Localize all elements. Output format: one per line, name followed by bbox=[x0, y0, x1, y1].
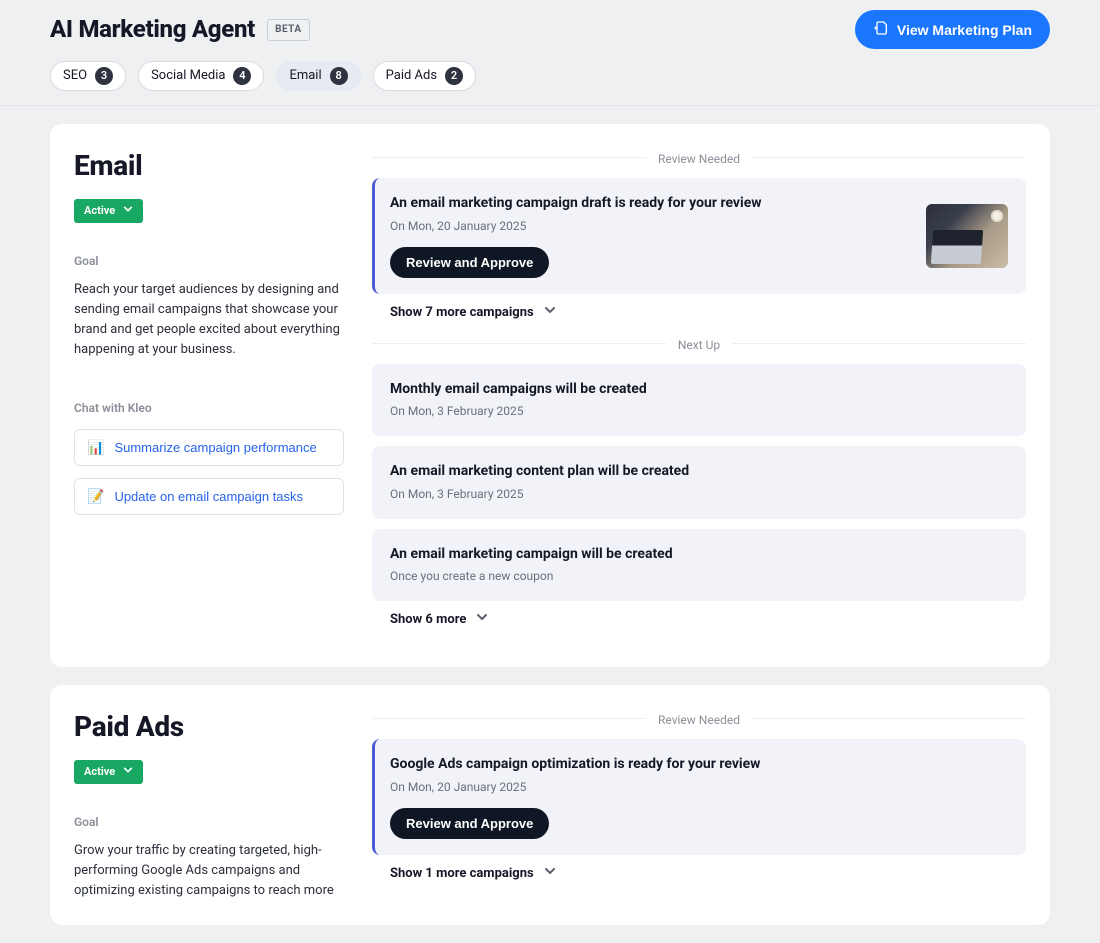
view-marketing-plan-button[interactable]: View Marketing Plan bbox=[855, 10, 1050, 49]
page-title: AI Marketing Agent bbox=[50, 13, 255, 47]
task-title: Monthly email campaigns will be created bbox=[390, 380, 1008, 400]
filter-pills: SEO 3 Social Media 4 Email 8 Paid Ads 2 bbox=[50, 61, 1050, 91]
review-task[interactable]: An email marketing campaign draft is rea… bbox=[372, 178, 1026, 293]
chevron-down-icon bbox=[544, 865, 556, 883]
task-subtitle: Once you create a new coupon bbox=[390, 568, 1008, 585]
show-more-campaigns[interactable]: Show 1 more campaigns bbox=[390, 865, 1026, 883]
show-more-label: Show 6 more bbox=[390, 611, 466, 629]
review-approve-button[interactable]: Review and Approve bbox=[390, 247, 549, 278]
filter-label: Email bbox=[289, 67, 321, 85]
prompt-label: Summarize campaign performance bbox=[114, 440, 316, 455]
filter-count: 2 bbox=[445, 67, 463, 85]
task-subtitle: On Mon, 20 January 2025 bbox=[390, 779, 1008, 796]
status-label: Active bbox=[84, 764, 115, 779]
status-dropdown[interactable]: Active bbox=[74, 199, 143, 222]
review-needed-divider: Review Needed bbox=[372, 150, 1026, 164]
beta-badge: BETA bbox=[267, 19, 310, 41]
chart-icon: 📊 bbox=[87, 439, 104, 456]
filter-paid-ads[interactable]: Paid Ads 2 bbox=[373, 61, 476, 91]
next-up-divider: Next Up bbox=[372, 336, 1026, 350]
chevron-down-icon bbox=[544, 304, 556, 322]
goal-text: Grow your traffic by creating targeted, … bbox=[74, 841, 344, 901]
filter-social-media[interactable]: Social Media 4 bbox=[138, 61, 264, 91]
filter-count: 3 bbox=[95, 67, 113, 85]
prompt-label: Update on email campaign tasks bbox=[114, 489, 303, 504]
task-title: An email marketing campaign draft is rea… bbox=[390, 194, 910, 214]
review-task[interactable]: Google Ads campaign optimization is read… bbox=[372, 739, 1026, 854]
review-needed-divider: Review Needed bbox=[372, 711, 1026, 725]
chevron-down-icon bbox=[476, 611, 488, 629]
filter-email[interactable]: Email 8 bbox=[276, 61, 360, 91]
goal-label: Goal bbox=[74, 814, 344, 831]
show-more-label: Show 1 more campaigns bbox=[390, 865, 534, 883]
divider-label: Review Needed bbox=[646, 152, 752, 166]
next-task[interactable]: An email marketing campaign will be crea… bbox=[372, 529, 1026, 601]
section-title-paid-ads: Paid Ads bbox=[74, 707, 344, 746]
goal-text: Reach your target audiences by designing… bbox=[74, 280, 344, 361]
chevron-down-icon bbox=[123, 764, 133, 779]
task-subtitle: On Mon, 3 February 2025 bbox=[390, 486, 1008, 503]
divider-label: Next Up bbox=[666, 338, 732, 352]
status-label: Active bbox=[84, 203, 115, 218]
page-header: AI Marketing Agent BETA View Marketing P… bbox=[0, 0, 1100, 106]
section-title-email: Email bbox=[74, 146, 344, 185]
document-sparkle-icon bbox=[873, 20, 889, 39]
filter-seo[interactable]: SEO 3 bbox=[50, 61, 126, 91]
task-subtitle: On Mon, 20 January 2025 bbox=[390, 218, 910, 235]
chat-label: Chat with Kleo bbox=[74, 400, 344, 417]
filter-label: SEO bbox=[63, 67, 87, 85]
email-section-card: Email Active Goal Reach your target audi… bbox=[50, 124, 1050, 667]
prompt-update-tasks[interactable]: 📝 Update on email campaign tasks bbox=[74, 478, 344, 515]
task-title: An email marketing campaign will be crea… bbox=[390, 545, 1008, 565]
filter-label: Social Media bbox=[151, 67, 225, 85]
task-thumbnail bbox=[926, 204, 1008, 268]
status-dropdown[interactable]: Active bbox=[74, 760, 143, 783]
task-subtitle: On Mon, 3 February 2025 bbox=[390, 403, 1008, 420]
goal-label: Goal bbox=[74, 253, 344, 270]
show-more-label: Show 7 more campaigns bbox=[390, 304, 534, 322]
show-more-campaigns[interactable]: Show 7 more campaigns bbox=[390, 304, 1026, 322]
paid-ads-section-card: Paid Ads Active Goal Grow your traffic b… bbox=[50, 685, 1050, 925]
view-marketing-plan-label: View Marketing Plan bbox=[897, 22, 1032, 38]
review-approve-button[interactable]: Review and Approve bbox=[390, 808, 549, 839]
filter-label: Paid Ads bbox=[386, 67, 437, 85]
filter-count: 4 bbox=[233, 67, 251, 85]
task-title: An email marketing content plan will be … bbox=[390, 462, 1008, 482]
chevron-down-icon bbox=[123, 203, 133, 218]
task-title: Google Ads campaign optimization is read… bbox=[390, 755, 1008, 775]
show-more-next[interactable]: Show 6 more bbox=[390, 611, 1026, 629]
divider-label: Review Needed bbox=[646, 713, 752, 727]
next-task[interactable]: Monthly email campaigns will be created … bbox=[372, 364, 1026, 436]
filter-count: 8 bbox=[330, 67, 348, 85]
prompt-summarize-performance[interactable]: 📊 Summarize campaign performance bbox=[74, 429, 344, 466]
next-task[interactable]: An email marketing content plan will be … bbox=[372, 446, 1026, 518]
note-icon: 📝 bbox=[87, 488, 104, 505]
